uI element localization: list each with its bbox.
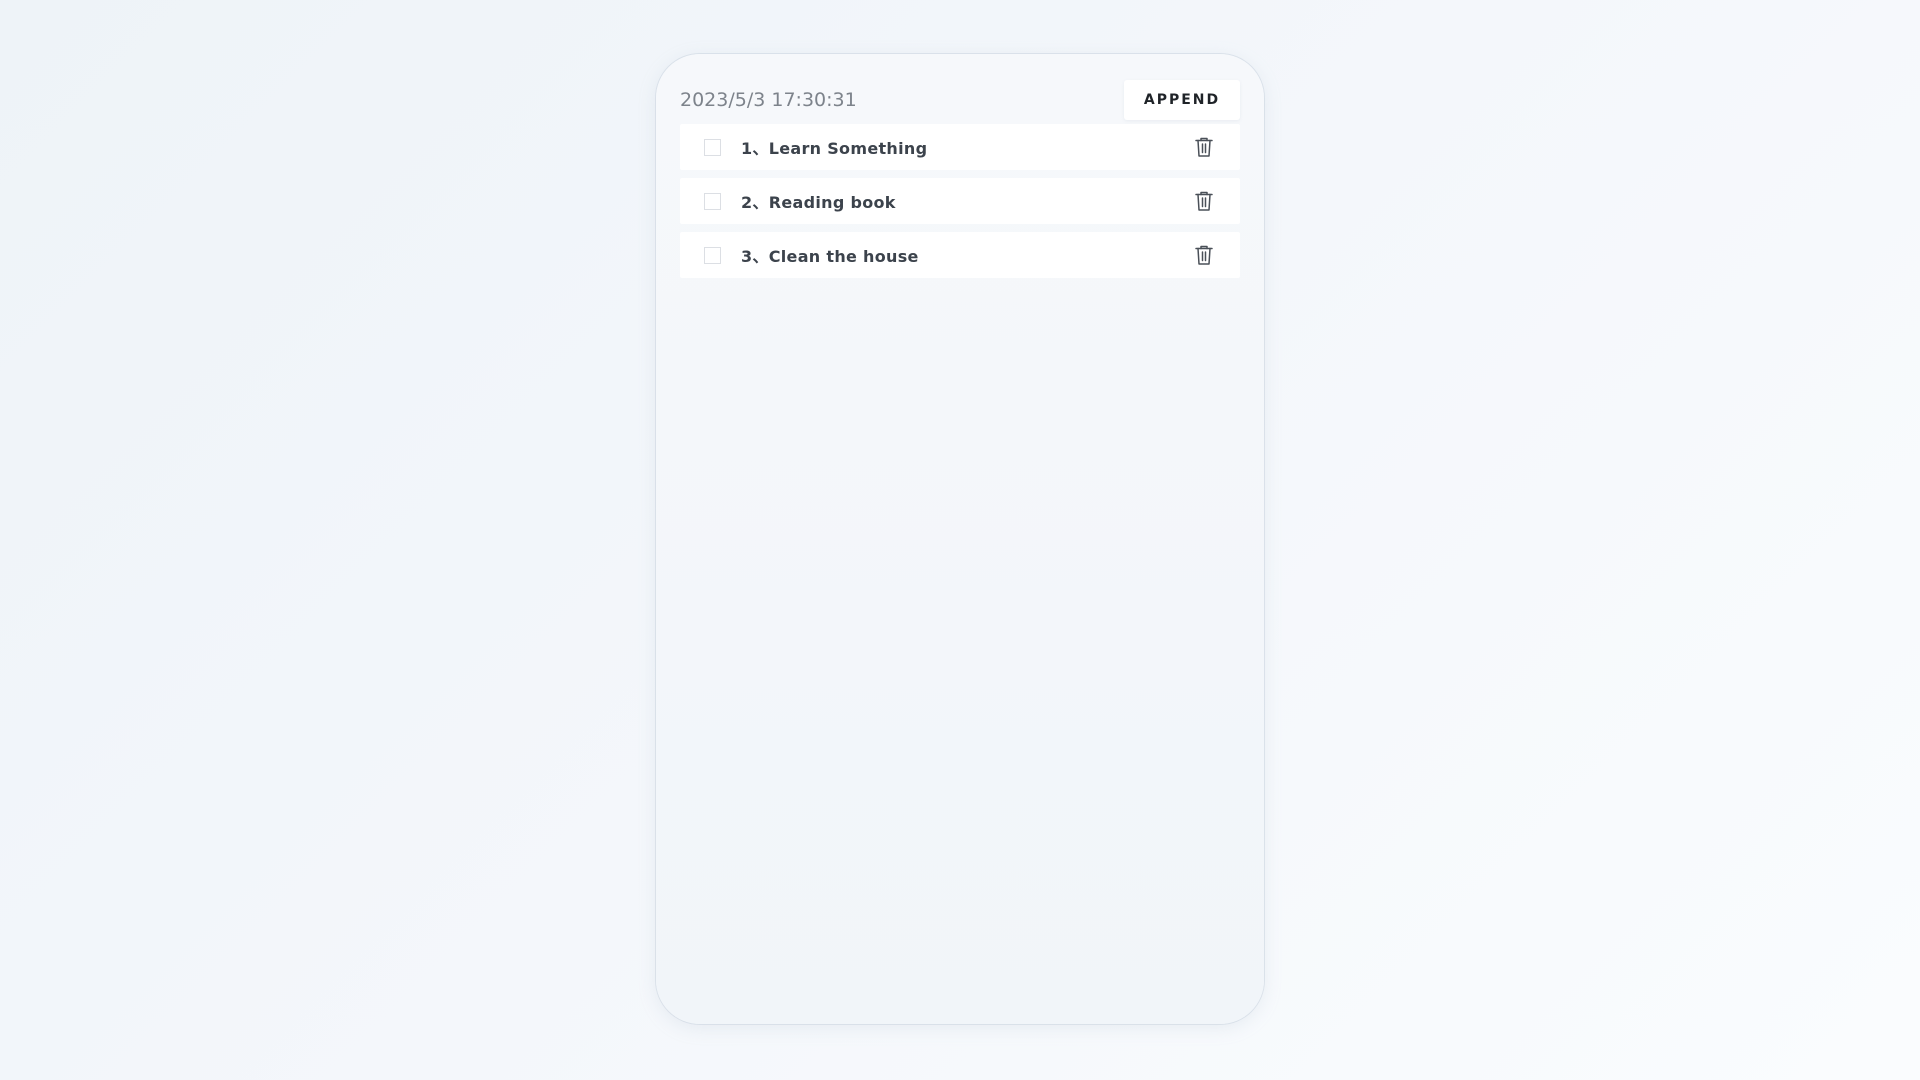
todo-label: 3、Clean the house [741,247,919,266]
todo-checkbox[interactable] [704,192,721,210]
current-datetime: 2023/5/3 17:30:31 [680,89,857,111]
todo-list: 1、Learn Something 2、Reading book 3、Clean… [680,124,1240,286]
trash-icon[interactable] [1194,190,1214,212]
todo-item: 2、Reading book [680,178,1240,224]
todo-label: 2、Reading book [741,193,896,212]
todo-label: 1、Learn Something [741,139,928,158]
header: 2023/5/3 17:30:31 APPEND [680,80,1240,120]
append-button[interactable]: APPEND [1124,80,1240,120]
trash-icon[interactable] [1194,244,1214,266]
todo-panel: 2023/5/3 17:30:31 APPEND 1、Learn Somethi… [656,54,1264,1024]
todo-checkbox[interactable] [704,138,721,156]
trash-icon[interactable] [1194,136,1214,158]
todo-checkbox[interactable] [704,246,721,264]
todo-item: 1、Learn Something [680,124,1240,170]
todo-item: 3、Clean the house [680,232,1240,278]
